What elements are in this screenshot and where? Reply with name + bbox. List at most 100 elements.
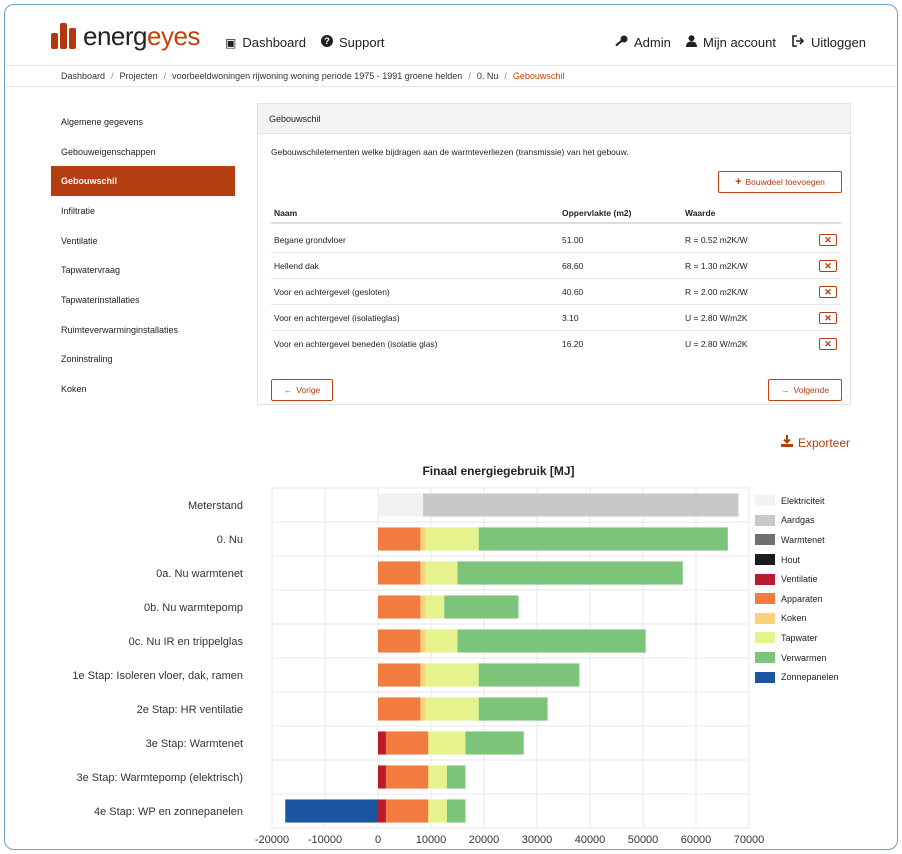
sidebar-item-tapwaterinstallaties[interactable]: Tapwaterinstallaties: [51, 285, 235, 315]
bar-koken: [420, 595, 426, 619]
export-label: Exporteer: [798, 435, 851, 450]
sidebar-item-ruimteverwarminginstallaties[interactable]: Ruimteverwarminginstallaties: [51, 315, 235, 345]
app-window: energeyes ▣ Dashboard ? Support Admin Mi…: [4, 4, 898, 850]
nav-logout[interactable]: Uitloggen: [792, 35, 866, 50]
delete-icon[interactable]: ✕: [819, 338, 837, 350]
sidebar: Algemene gegevens Gebouweigenschappen Ge…: [51, 107, 235, 404]
nav-account[interactable]: Mijn account: [686, 35, 776, 50]
breadcrumb-project[interactable]: voorbeeldwoningen rijwoning woning perio…: [172, 71, 462, 81]
row-area: 16.20: [562, 339, 584, 349]
legend-item[interactable]: Zonnepanelen: [755, 667, 839, 687]
prev-button[interactable]: ← Vorige: [271, 379, 333, 401]
breadcrumb-scenario[interactable]: 0. Nu: [477, 71, 499, 81]
category-label: 2e Stap: HR ventilatie: [137, 704, 243, 716]
table-row[interactable]: Voor en achtergevel (gesloten) 40.60 R =…: [271, 279, 841, 305]
legend-swatch: [755, 554, 775, 566]
nav-admin[interactable]: Admin: [615, 35, 671, 50]
breadcrumb-projecten[interactable]: Projecten: [120, 71, 158, 81]
x-tick-label: -10000: [308, 834, 342, 846]
legend-label: Warmtenet: [781, 534, 825, 545]
energeyes-logo[interactable]: energeyes: [51, 23, 200, 49]
bar-tapwater: [425, 527, 479, 551]
breadcrumb-current: Gebouwschil: [512, 71, 565, 81]
table-row[interactable]: Voor en achtergevel (isolatieglas) 3.10 …: [271, 305, 841, 331]
sidebar-item-ventilatie[interactable]: Ventilatie: [51, 226, 235, 256]
row-name: Begane grondvloer: [274, 234, 346, 245]
download-icon: [781, 435, 793, 450]
legend-item[interactable]: Koken: [755, 609, 839, 629]
row-value: U = 2.80 W/m2K: [685, 339, 748, 349]
x-tick-label: 70000: [734, 834, 765, 846]
sign-out-icon: [792, 35, 805, 50]
delete-icon[interactable]: ✕: [819, 234, 837, 246]
row-area: 3.10: [562, 312, 579, 323]
legend-item[interactable]: Aardgas: [755, 511, 839, 531]
table-row[interactable]: Hellend dak 68.60 R = 1.30 m2K/W ✕: [271, 253, 841, 279]
category-label: 0a. Nu warmtenet: [156, 568, 243, 580]
legend-swatch: [755, 652, 775, 664]
bar-verwarmen: [465, 731, 524, 755]
x-tick-label: 0: [375, 834, 381, 846]
category-label: 0b. Nu warmtepomp: [144, 602, 243, 614]
legend-swatch: [755, 632, 775, 644]
legend-item[interactable]: Elektriciteit: [755, 491, 839, 511]
bar-zonnepanelen: [285, 799, 378, 823]
add-bouwdeel-button[interactable]: + Bouwdeel toevoegen: [718, 171, 842, 193]
sidebar-item-gebouwschil[interactable]: Gebouwschil: [51, 166, 235, 197]
bar-verwarmen: [457, 629, 646, 653]
category-label: 3e Stap: Warmtenet: [146, 738, 243, 750]
export-button[interactable]: Exporteer: [781, 435, 850, 450]
column-header-waarde: Waarde: [685, 208, 716, 218]
sidebar-item-algemene-gegevens[interactable]: Algemene gegevens: [51, 107, 235, 137]
svg-text:?: ?: [324, 36, 330, 46]
row-area: 51.00: [562, 234, 584, 245]
legend-item[interactable]: Apparaten: [755, 589, 839, 609]
bar-apparaten: [385, 765, 429, 789]
legend-item[interactable]: Warmtenet: [755, 530, 839, 550]
delete-icon[interactable]: ✕: [819, 260, 837, 272]
sidebar-item-tapwatervraag[interactable]: Tapwatervraag: [51, 255, 235, 285]
key-icon: [615, 35, 628, 50]
bar-apparaten: [385, 799, 429, 823]
question-circle-icon: ?: [321, 35, 333, 50]
table-row[interactable]: Voor en achtergevel beneden (isolatie gl…: [271, 331, 841, 357]
x-tick-label: 60000: [681, 834, 712, 846]
bar-tapwater: [425, 697, 479, 721]
x-tick-label: -20000: [255, 834, 289, 846]
bar-verwarmen: [444, 595, 519, 619]
category-label: Meterstand: [188, 500, 243, 512]
bar-apparaten: [378, 663, 421, 687]
delete-icon[interactable]: ✕: [819, 312, 837, 324]
table-row[interactable]: Begane grondvloer 51.00 R = 0.52 m2K/W ✕: [271, 227, 841, 253]
nav-support[interactable]: ? Support: [321, 35, 385, 50]
bar-koken: [420, 527, 426, 551]
bar-apparaten: [385, 731, 429, 755]
bar-ventilatie: [378, 799, 386, 823]
sidebar-item-zoninstraling[interactable]: Zoninstraling: [51, 345, 235, 375]
legend-item[interactable]: Verwarmen: [755, 648, 839, 668]
sidebar-item-infiltratie[interactable]: Infiltratie: [51, 196, 235, 226]
bar-verwarmen: [478, 527, 728, 551]
legend-item[interactable]: Tapwater: [755, 628, 839, 648]
delete-icon[interactable]: ✕: [819, 286, 837, 298]
bar-apparaten: [378, 629, 421, 653]
breadcrumb: Dashboard / Projecten / voorbeeldwoninge…: [5, 65, 897, 87]
next-button[interactable]: → Volgende: [768, 379, 842, 401]
sidebar-item-koken[interactable]: Koken: [51, 374, 235, 404]
breadcrumb-dashboard[interactable]: Dashboard: [61, 71, 105, 81]
prev-button-label: Vorige: [296, 385, 321, 395]
add-bouwdeel-label: Bouwdeel toevoegen: [745, 177, 825, 187]
legend-label: Tapwater: [781, 632, 818, 643]
bar-apparaten: [378, 595, 421, 619]
legend-item[interactable]: Ventilatie: [755, 569, 839, 589]
bar-verwarmen: [457, 561, 683, 585]
nav-dashboard[interactable]: ▣ Dashboard: [225, 35, 306, 50]
arrow-left-icon: ←: [283, 385, 293, 395]
bar-tapwater: [428, 731, 466, 755]
bar-tapwater: [428, 799, 447, 823]
breadcrumb-separator: /: [504, 71, 507, 81]
sidebar-item-gebouweigenschappen[interactable]: Gebouweigenschappen: [51, 137, 235, 167]
nav-logout-label: Uitloggen: [811, 35, 866, 50]
bar-verwarmen: [478, 663, 580, 687]
legend-item[interactable]: Hout: [755, 550, 839, 570]
